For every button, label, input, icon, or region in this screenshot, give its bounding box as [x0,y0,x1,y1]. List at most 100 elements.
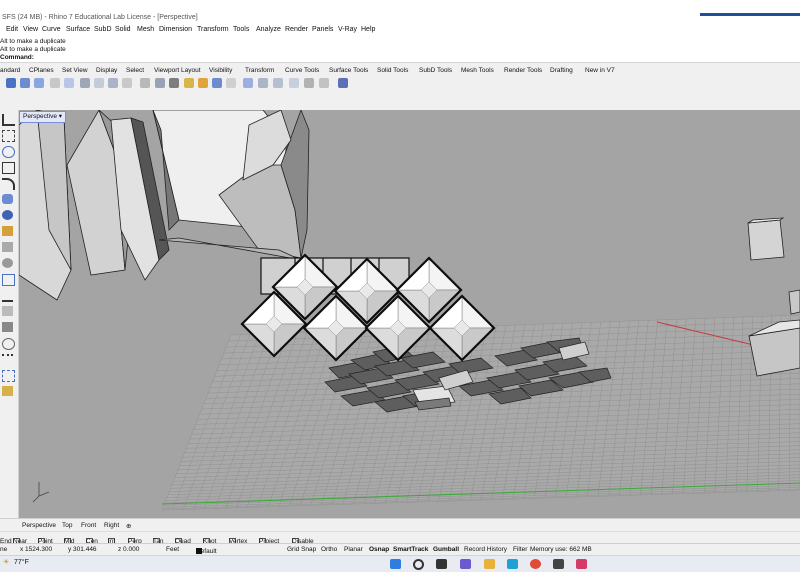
menu-solid[interactable]: Solid [115,26,131,33]
tab-viewport-layout[interactable]: Viewport Layout [154,67,201,74]
dimension-icon[interactable] [2,354,13,366]
chrome-icon[interactable] [530,559,541,569]
edge-icon[interactable] [507,559,518,569]
vp-tab-right[interactable]: Right [104,522,119,529]
zoom-icon[interactable] [108,78,118,88]
drape-icon[interactable] [243,78,253,88]
file-explorer-icon[interactable] [484,559,495,569]
toggle-gumball[interactable]: Gumball [433,546,459,553]
perspective-viewport[interactable] [19,110,800,518]
menu-dimension[interactable]: Dimension [159,26,192,33]
viewport-label[interactable]: Perspective ▾ [19,111,67,123]
menu-surface[interactable]: Surface [66,26,90,33]
menu-vray[interactable]: V-Ray [338,26,357,33]
menu-panels[interactable]: Panels [312,26,333,33]
extrude-icon[interactable] [2,226,13,236]
menu-help[interactable]: Help [361,26,375,33]
boolean-icon[interactable] [2,258,13,268]
offset-icon[interactable] [258,78,268,88]
tab-solid-tools[interactable]: Solid Tools [377,67,408,74]
toggle-smarttrack[interactable]: SmartTrack [393,546,428,553]
shaded-sphere-icon[interactable] [6,78,16,88]
curve-icon[interactable] [2,178,15,190]
rotate-view-icon[interactable] [80,78,90,88]
sphere-icon[interactable] [50,78,60,88]
material-icon[interactable] [169,78,179,88]
menu-subd[interactable]: SubD [94,26,112,33]
analyze-icon[interactable] [2,386,13,396]
tab-display[interactable]: Display [96,67,117,74]
tab-curve-tools[interactable]: Curve Tools [285,67,319,74]
tab-surface-tools[interactable]: Surface Tools [329,67,368,74]
menu-edit[interactable]: Edit [6,26,18,33]
menu-transform[interactable]: Transform [197,26,229,33]
rectangle-icon[interactable] [2,162,15,174]
tab-drafting[interactable]: Drafting [550,67,573,74]
tab-select[interactable]: Select [126,67,144,74]
mirror-icon[interactable] [273,78,283,88]
named-view-icon[interactable] [140,78,150,88]
folder-icon[interactable] [198,78,208,88]
toggle-grid-snap[interactable]: Grid Snap [287,546,316,553]
toggle-filter[interactable]: Filter [513,546,527,553]
split-icon[interactable] [2,306,13,316]
command-prompt[interactable]: Command: [0,54,34,61]
vray-sphere-icon[interactable] [338,78,348,88]
point-icon[interactable] [2,130,15,142]
move-icon[interactable] [289,78,299,88]
menu-render[interactable]: Render [285,26,308,33]
save-icon[interactable] [212,78,222,88]
grid-icon[interactable] [155,78,165,88]
ghosted-sphere-icon[interactable] [34,78,44,88]
mesh-icon[interactable] [2,242,13,252]
rhino-icon[interactable] [553,559,564,569]
transform-icon[interactable] [2,338,15,350]
tab-set-view[interactable]: Set View [62,67,88,74]
tab-mesh-tools[interactable]: Mesh Tools [461,67,494,74]
tab-cplanes[interactable]: CPlanes [29,67,54,74]
tab-new-in-v7[interactable]: New in V7 [585,67,615,74]
solid-sphere-icon[interactable] [2,210,13,220]
camera-icon[interactable] [122,78,132,88]
menu-tools[interactable]: Tools [233,26,249,33]
tab-visibility[interactable]: Visibility [209,67,232,74]
rendered-sphere-icon[interactable] [20,78,30,88]
vp-tab-perspective[interactable]: Perspective [22,522,56,529]
tab-standard[interactable]: andard [0,67,20,74]
surface-icon[interactable] [2,194,13,204]
tab-subd-tools[interactable]: SubD Tools [419,67,452,74]
pan-icon[interactable] [94,78,104,88]
vp-tab-front[interactable]: Front [81,522,96,529]
search-icon[interactable] [413,559,424,570]
menu-analyze[interactable]: Analyze [256,26,281,33]
toggle-record-history[interactable]: Record History [464,546,507,553]
array-icon[interactable] [2,370,15,382]
select-arrow-icon[interactable] [2,114,15,126]
toggle-ortho[interactable]: Ortho [321,546,337,553]
vp-tab-top[interactable]: Top [62,522,72,529]
scale-icon[interactable] [319,78,329,88]
tab-render-tools[interactable]: Render Tools [504,67,542,74]
start-icon[interactable] [390,559,401,569]
menu-view[interactable]: View [23,26,38,33]
print-icon[interactable] [226,78,236,88]
teams-icon[interactable] [460,559,471,569]
join-icon[interactable] [2,322,13,332]
weather-temp[interactable]: 77°F [14,559,29,566]
toggle-osnap[interactable]: Osnap [369,546,389,553]
ghosted-sphere-icon[interactable] [64,78,74,88]
render-settings-icon[interactable] [184,78,194,88]
tab-transform[interactable]: Transform [245,67,274,74]
circle-icon[interactable] [2,146,15,158]
task-view-icon[interactable] [436,559,447,569]
menu-mesh[interactable]: Mesh [137,26,154,33]
fillet-icon[interactable] [2,274,15,286]
toggle-planar[interactable]: Planar [344,546,363,553]
rotate-icon[interactable] [304,78,314,88]
menu-curve[interactable]: Curve [42,26,61,33]
viewport-menu-icon[interactable]: ▾ [59,113,62,120]
trim-icon[interactable] [2,290,13,302]
add-viewport-tab-icon[interactable]: ⊕ [126,522,131,530]
snipping-tool-icon[interactable] [576,559,587,569]
weather-icon[interactable]: ☀ [3,558,9,566]
